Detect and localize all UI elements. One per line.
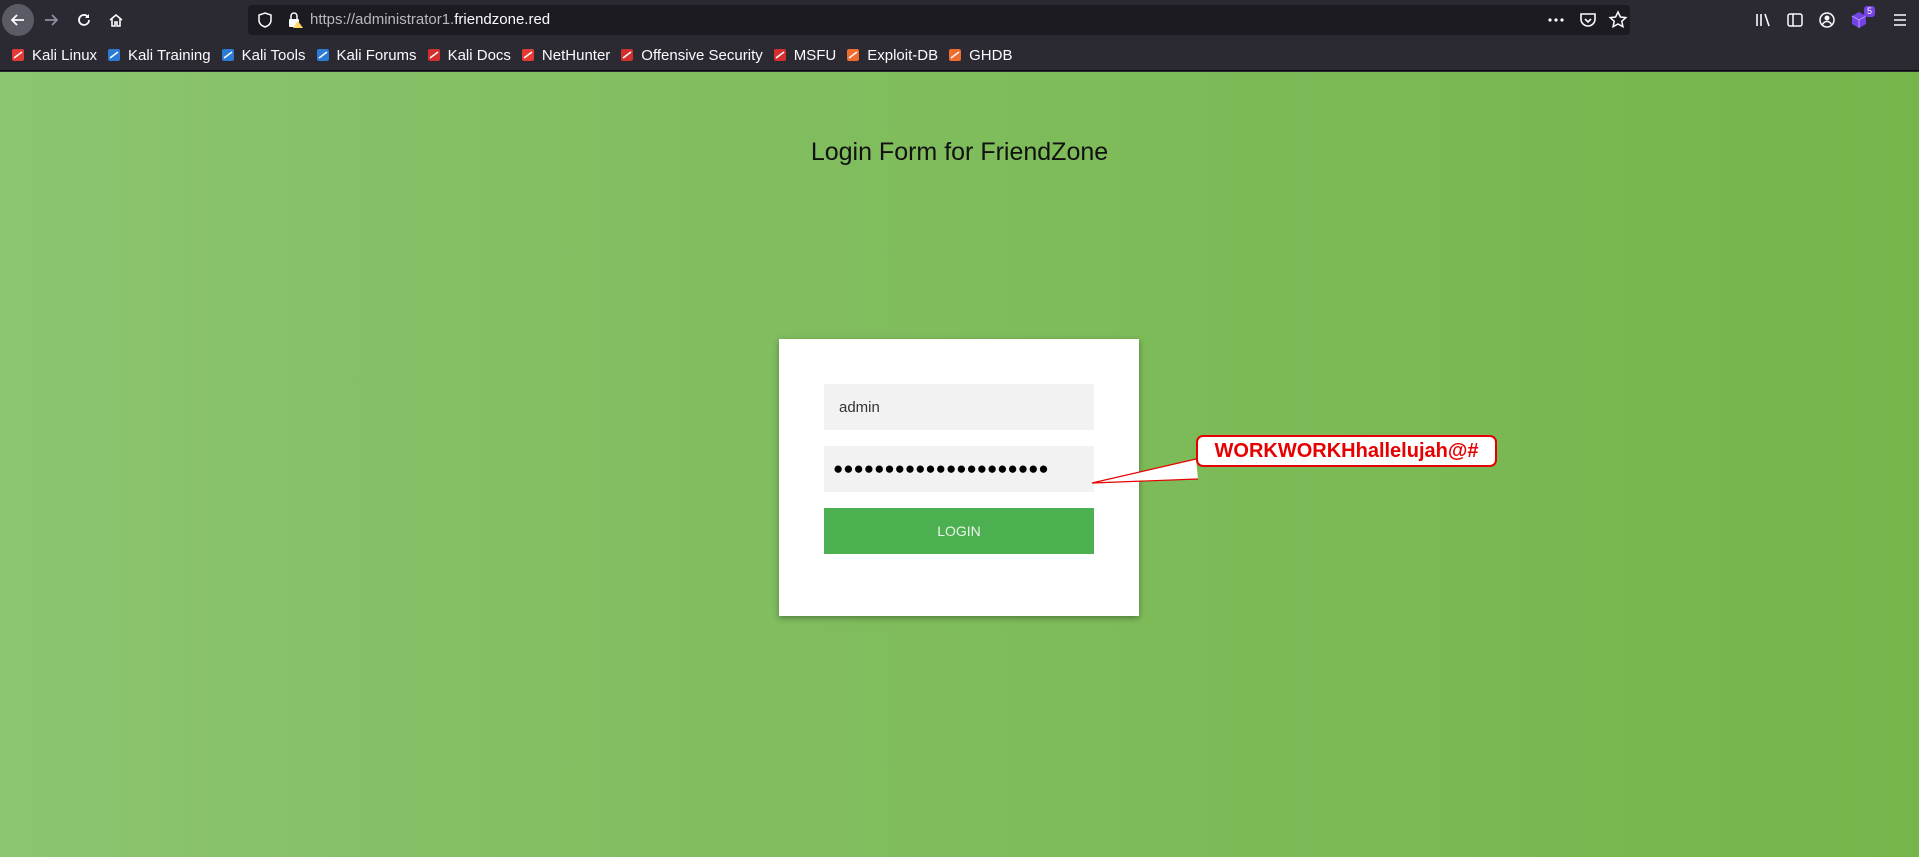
bookmark-label: Kali Forums [336,46,417,64]
url-bar[interactable]: https://administrator1.friendzone.red [248,5,1630,35]
sidebar-icon [1787,13,1803,27]
library-icon [1756,13,1770,27]
bookmarks-toolbar: Kali Linux Kali Training Kali Tools Kali Fo… [0,40,1919,71]
bookmark-item[interactable]: Kali Docs [426,47,511,64]
url-text[interactable]: https://administrator1.friendzone.red [310,5,550,35]
reload-button[interactable] [68,4,100,36]
forward-button[interactable] [35,4,67,36]
reload-icon [78,14,90,26]
bookmark-star-icon [1608,10,1628,29]
page-title: Login Form for FriendZone [810,138,1109,166]
password-input[interactable]: ●●●●●●●●●●●●●●●●●●●●● [824,446,1094,492]
account-icon [1819,12,1835,28]
bookmark-item[interactable]: NetHunter [520,47,610,64]
bookmark-label: Exploit-DB [867,46,939,64]
password-mask: ●●●●●●●●●●●●●●●●●●●●● [833,459,1049,478]
bookmark-label: Kali Linux [32,46,98,64]
arrow-right-icon [45,14,59,26]
page-content: Login Form for FriendZone admin ●●●●●●●●… [0,72,1919,857]
bookmark-item[interactable]: GHDB [947,47,1012,64]
kali-training-icon [106,47,122,63]
extensions-badge: 5 [1864,6,1876,17]
hamburger-menu-icon [1894,14,1906,26]
username-input[interactable]: admin [824,384,1094,430]
home-icon [109,13,123,27]
bookmark-label: MSFU [793,46,837,64]
login-button[interactable]: LOGIN [824,508,1094,554]
bookmark-item[interactable]: Offensive Security [619,46,763,64]
account-button[interactable] [1815,8,1839,32]
nethunter-icon [520,47,536,63]
bookmark-label: Kali Docs [447,46,511,64]
page-actions-icon [1548,18,1564,22]
ghdb-icon [947,47,963,63]
pocket-icon [1580,13,1596,27]
kali-icon [10,47,26,63]
sidebar-button[interactable] [1783,8,1807,32]
bookmark-label: Kali Training [128,46,211,64]
home-button[interactable] [100,4,132,36]
bookmark-label: GHDB [969,46,1013,64]
arrow-left-icon [10,14,24,26]
url-prefix: https://administrator1. [310,11,455,28]
bookmark-item[interactable]: Kali Training [106,47,211,64]
callout-pointer [1091,458,1199,484]
bookmark-item[interactable]: MSFU [772,46,837,64]
bookmark-label: Offensive Security [641,46,763,64]
password-annotation-callout: WORKWORKHhallelujah@# [1196,435,1497,467]
back-button[interactable] [2,4,34,36]
bookmark-item[interactable]: Kali Linux [10,47,97,64]
bookmark-label: Kali Tools [241,46,306,64]
bookmark-item[interactable]: Kali Forums [315,47,417,64]
offsec-icon [619,47,635,63]
tracking-shield-icon [258,12,272,28]
menu-button[interactable] [1888,8,1912,32]
url-host: friendzone.red [454,11,551,28]
bookmark-label: NetHunter [541,46,611,64]
kali-tools-icon [220,47,236,63]
kali-forums-icon [315,47,331,63]
library-button[interactable] [1751,8,1775,32]
insecure-lock-icon [289,12,303,28]
msfu-icon [772,47,788,63]
bookmark-item[interactable]: Kali Tools [220,47,306,64]
kali-docs-icon [426,47,442,63]
login-card: admin ●●●●●●●●●●●●●●●●●●●●● LOGIN [779,339,1139,616]
browser-toolbar: https://administrator1.friendzone.red 5 [0,0,1919,40]
exploitdb-icon [845,47,861,63]
bookmark-item[interactable]: Exploit-DB [845,47,938,64]
